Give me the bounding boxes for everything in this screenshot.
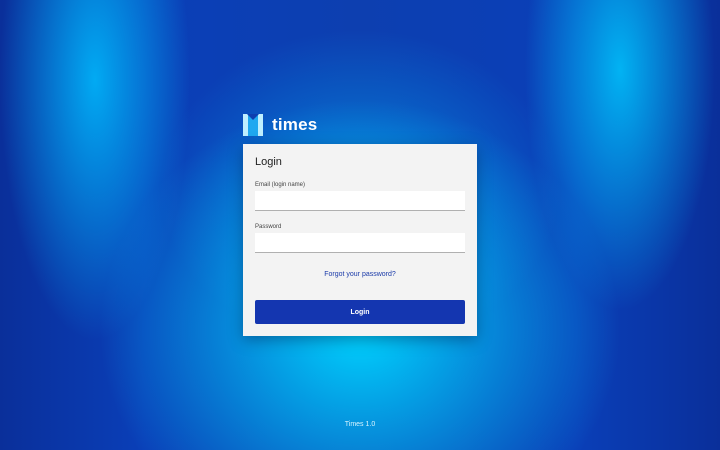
brand-name: times (272, 115, 318, 134)
login-title: Login (255, 156, 282, 168)
brand: times (243, 113, 317, 137)
password-label: Password (255, 224, 282, 230)
email-field[interactable] (255, 191, 465, 211)
login-button[interactable]: Login (255, 300, 465, 324)
login-card: Login Email (login name) Password Forgot… (243, 144, 477, 336)
email-label: Email (login name) (255, 182, 306, 188)
forgot-password-link[interactable]: Forgot your password? (243, 271, 477, 278)
footer-version: Times 1.0 (344, 421, 376, 428)
password-field[interactable] (255, 233, 465, 253)
times-logo-icon (243, 114, 263, 136)
